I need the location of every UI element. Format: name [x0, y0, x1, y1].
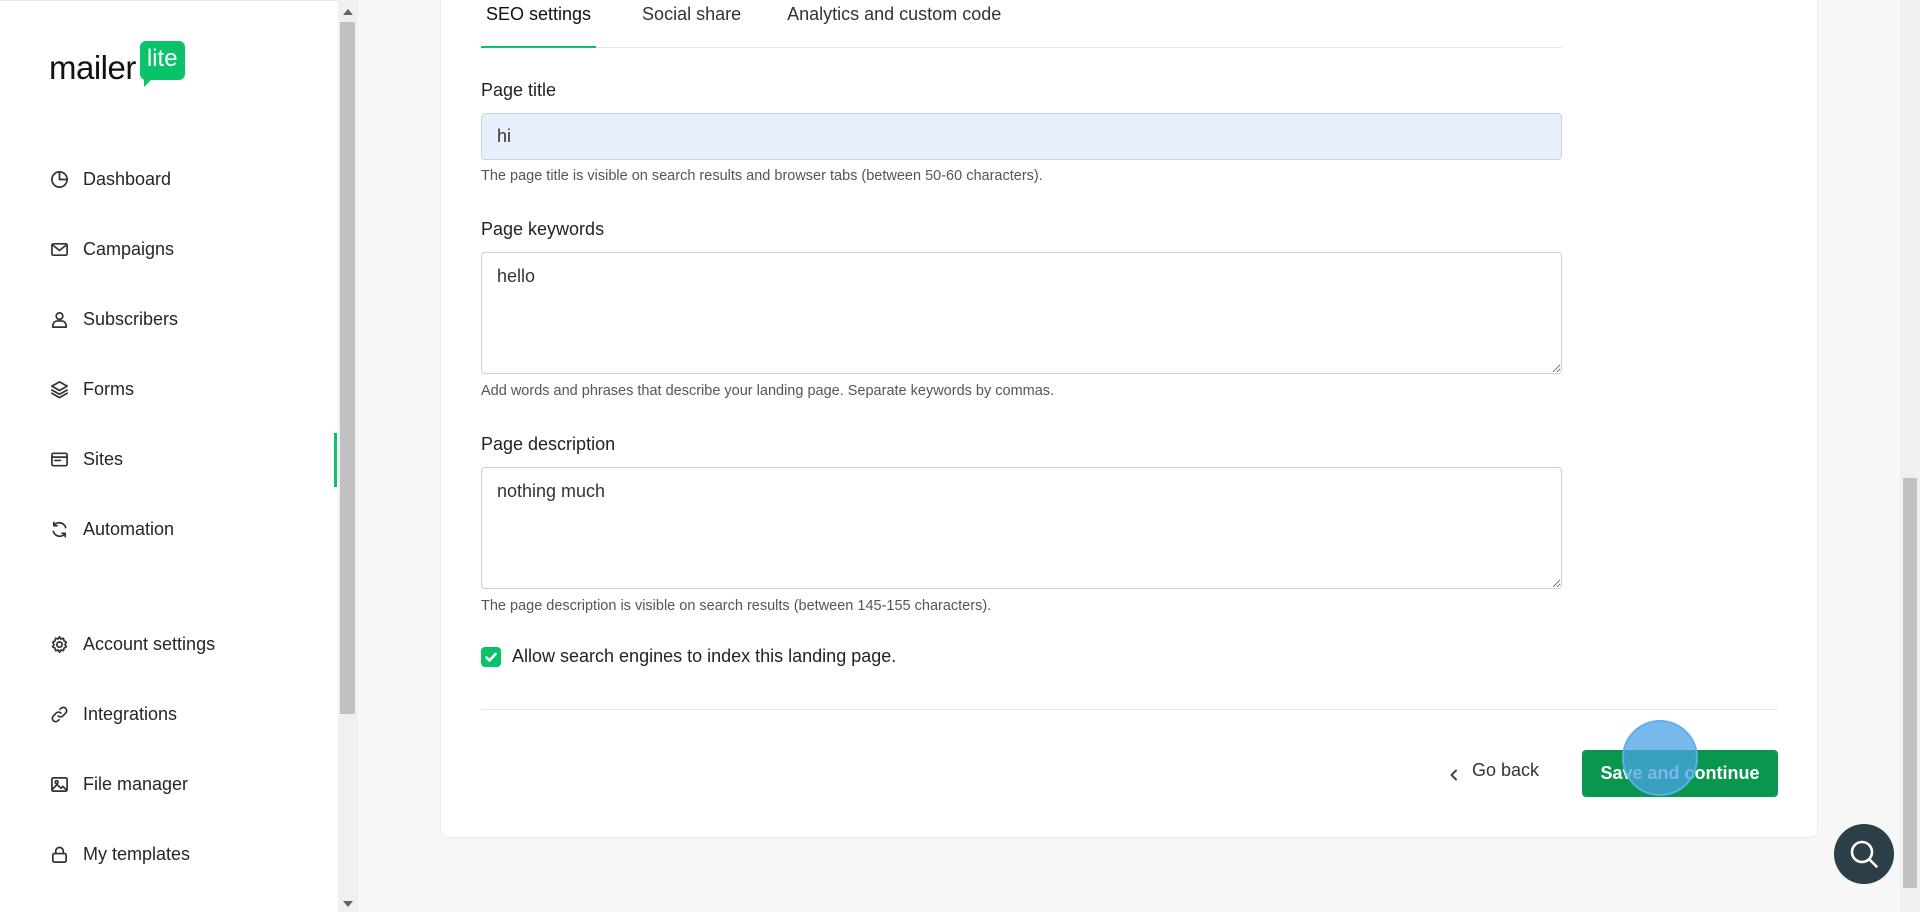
sidebar-item-label: Automation — [83, 518, 175, 539]
sidebar-item-label: Integrations — [83, 703, 178, 724]
lock-icon — [49, 844, 69, 864]
sidebar-item-automation[interactable]: Automation — [49, 514, 174, 544]
page-scrollbar-thumb[interactable] — [1903, 478, 1917, 888]
sidebar-item-sites[interactable]: Sites — [49, 444, 123, 474]
logo-text: mailer — [49, 49, 136, 86]
page-title-input[interactable] — [481, 113, 1562, 160]
sidebar-item-label: My templates — [83, 843, 191, 864]
page-keywords-help: Add words and phrases that describe your… — [481, 383, 1055, 399]
sidebar-item-forms[interactable]: Forms — [49, 374, 134, 404]
sidebar-item-dashboard[interactable]: Dashboard — [49, 164, 171, 194]
sidebar-item-label: Sites — [83, 448, 124, 469]
scroll-down-arrow-icon[interactable] — [343, 901, 353, 907]
sidebar-item-label: Campaigns — [83, 238, 175, 259]
image-icon — [49, 774, 69, 794]
sidebar-scrollbar-thumb[interactable] — [340, 22, 355, 714]
page-description-textarea[interactable]: nothing much — [481, 467, 1562, 589]
sidebar-item-label: Account settings — [83, 633, 216, 654]
scroll-up-arrow-icon[interactable] — [343, 9, 353, 15]
page-scrollbar[interactable] — [1900, 0, 1920, 912]
sidebar-item-label: Subscribers — [83, 308, 179, 329]
sidebar-item-label: File manager — [83, 773, 189, 794]
link-icon — [49, 704, 69, 724]
index-checkbox[interactable] — [481, 646, 501, 667]
checkmark-icon — [485, 652, 497, 662]
layers-icon — [49, 379, 69, 399]
clock-pie-icon — [49, 169, 69, 189]
sidebar: mailer lite Dashboard Campaigns Subscrib… — [0, 0, 338, 912]
mailerlite-logo[interactable]: mailer lite — [49, 41, 185, 87]
chevron-left-icon — [1448, 765, 1460, 780]
sidebar-item-campaigns[interactable]: Campaigns — [49, 234, 174, 264]
gear-icon — [49, 634, 69, 654]
logo-badge: lite — [139, 41, 185, 87]
sidebar-item-file-manager[interactable]: File manager — [49, 769, 188, 799]
go-back-label: Go back — [1472, 760, 1540, 780]
page-keywords-textarea[interactable]: hello — [481, 252, 1562, 374]
sidebar-item-subscribers[interactable]: Subscribers — [49, 304, 178, 334]
sidebar-item-my-templates[interactable]: My templates — [49, 839, 190, 869]
index-checkbox-row[interactable]: Allow search engines to index this landi… — [481, 646, 896, 667]
tab-social-share[interactable]: Social share — [642, 0, 741, 48]
envelope-icon — [49, 239, 69, 259]
divider — [481, 709, 1778, 710]
sidebar-item-label: Dashboard — [83, 168, 172, 189]
save-and-continue-button[interactable]: Save and continue — [1582, 750, 1778, 797]
active-nav-indicator — [334, 433, 337, 487]
sidebar-item-account-settings[interactable]: Account settings — [49, 629, 215, 659]
sidebar-scrollbar[interactable] — [338, 0, 358, 912]
help-chat-button[interactable] — [1834, 824, 1894, 884]
settings-tabs: SEO settings Social share Analytics and … — [481, 0, 1562, 48]
sidebar-item-label: Forms — [83, 378, 134, 399]
sidebar-item-integrations[interactable]: Integrations — [49, 699, 177, 729]
tab-analytics-custom-code[interactable]: Analytics and custom code — [787, 0, 1001, 48]
go-back-button[interactable]: Go back — [1448, 760, 1539, 781]
page-title-help: The page title is visible on search resu… — [481, 168, 1043, 184]
refresh-icon — [49, 519, 69, 539]
person-icon — [49, 309, 69, 329]
page-description-label: Page description — [481, 434, 616, 454]
tab-seo-settings[interactable]: SEO settings — [481, 0, 597, 48]
page-keywords-label: Page keywords — [481, 219, 605, 239]
page-title-label: Page title — [481, 80, 557, 100]
browser-window-icon — [49, 449, 69, 469]
search-icon — [1850, 840, 1878, 868]
index-checkbox-label: Allow search engines to index this landi… — [512, 646, 897, 666]
page-description-help: The page description is visible on searc… — [481, 598, 992, 614]
